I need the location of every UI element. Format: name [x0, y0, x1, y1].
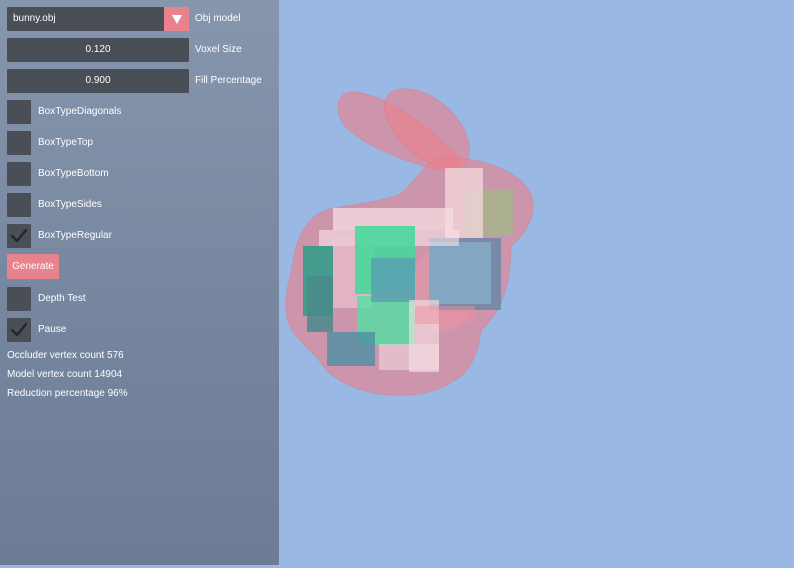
- generate-button[interactable]: Generate: [7, 254, 59, 279]
- voxel-size-field[interactable]: 0.120: [7, 38, 189, 62]
- voxel-size-value: 0.120: [85, 44, 111, 55]
- dropdown-toggle-button[interactable]: [164, 7, 189, 31]
- fill-percentage-value: 0.900: [85, 75, 111, 86]
- depth-test-label: Depth Test: [38, 293, 86, 304]
- 3d-viewport[interactable]: [279, 0, 794, 565]
- model-label: Obj model: [195, 13, 241, 24]
- boxtype-diagonals-checkbox[interactable]: [7, 100, 31, 124]
- occluder-vertex-count: Occluder vertex count 576: [7, 350, 124, 361]
- boxtype-top-checkbox[interactable]: [7, 131, 31, 155]
- fill-percentage-label: Fill Percentage: [195, 75, 262, 86]
- boxtype-sides-checkbox[interactable]: [7, 193, 31, 217]
- depth-test-checkbox[interactable]: [7, 287, 31, 311]
- settings-panel: bunny.obj Obj model 0.120 Voxel Size 0.9…: [0, 0, 279, 565]
- model-dropdown[interactable]: bunny.obj: [7, 7, 189, 31]
- checkmark-icon: [10, 228, 28, 243]
- model-dropdown-value: bunny.obj: [13, 13, 56, 24]
- boxtype-bottom-checkbox[interactable]: [7, 162, 31, 186]
- boxtype-regular-checkbox[interactable]: [7, 224, 31, 248]
- pause-label: Pause: [38, 324, 67, 335]
- reduction-percentage: Reduction percentage 96%: [7, 388, 128, 399]
- boxtype-sides-label: BoxTypeSides: [38, 199, 102, 210]
- chevron-down-icon: [171, 14, 182, 24]
- boxtype-bottom-label: BoxTypeBottom: [38, 168, 109, 179]
- boxtype-diagonals-label: BoxTypeDiagonals: [38, 106, 122, 117]
- bunny-render: [285, 88, 534, 396]
- checkmark-icon: [10, 322, 28, 337]
- fill-percentage-field[interactable]: 0.900: [7, 69, 189, 93]
- boxtype-top-label: BoxTypeTop: [38, 137, 94, 148]
- voxel-size-label: Voxel Size: [195, 44, 242, 55]
- boxtype-regular-label: BoxTypeRegular: [38, 230, 112, 241]
- model-vertex-count: Model vertex count 14904: [7, 369, 123, 380]
- pause-checkbox[interactable]: [7, 318, 31, 342]
